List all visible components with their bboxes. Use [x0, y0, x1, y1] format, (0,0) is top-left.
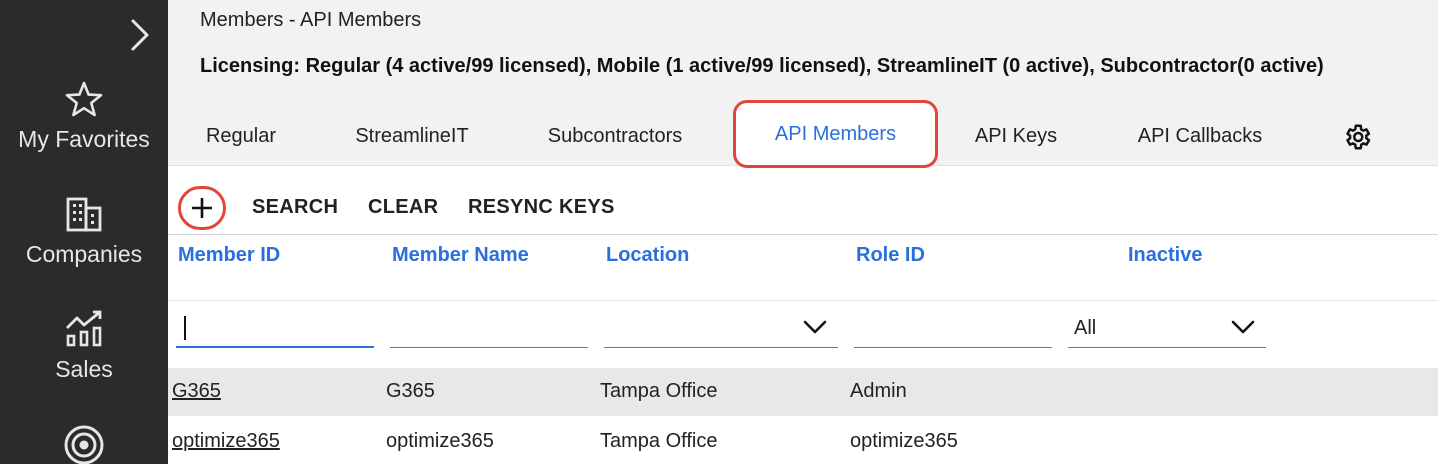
sidebar: My Favorites Companies Sales — [0, 0, 168, 464]
sidebar-item-label: Sales — [55, 356, 113, 382]
divider — [168, 234, 1438, 235]
toolbar: SEARCH CLEAR RESYNC KEYS — [168, 186, 1438, 232]
member-id-link[interactable]: G365 — [172, 380, 221, 403]
text-cursor — [184, 316, 186, 340]
gear-icon[interactable] — [1342, 122, 1372, 152]
location-cell: Tampa Office — [600, 380, 718, 402]
sales-chart-icon — [66, 310, 102, 347]
role-id-cell: optimize365 — [850, 430, 958, 452]
app-window: My Favorites Companies Sales Members - A… — [0, 0, 1438, 464]
member-id-link[interactable]: optimize365 — [172, 430, 280, 453]
sidebar-item-my-favorites[interactable]: My Favorites — [0, 80, 168, 153]
sidebar-item-sales[interactable]: Sales — [0, 310, 168, 383]
sidebar-item-companies[interactable]: Companies — [0, 195, 168, 268]
table-row[interactable]: optimize365 optimize365 Tampa Office opt… — [168, 418, 1438, 464]
star-icon — [65, 81, 103, 117]
plus-icon — [192, 198, 212, 218]
clear-button[interactable]: CLEAR — [368, 196, 438, 219]
member-id-filter-input[interactable] — [176, 312, 374, 348]
resync-keys-button[interactable]: RESYNC KEYS — [468, 196, 615, 219]
page-header: Members - API Members Licensing: Regular… — [168, 0, 1438, 168]
chevron-down-icon — [803, 320, 827, 334]
tab-api-callbacks[interactable]: API Callbacks — [1118, 112, 1282, 160]
chevron-down-icon — [1231, 320, 1255, 334]
role-id-filter-input[interactable] — [854, 312, 1052, 348]
sidebar-item-goals[interactable] — [0, 424, 168, 464]
tab-streamlineit[interactable]: StreamlineIT — [338, 112, 486, 160]
tab-api-members[interactable]: API Members — [733, 100, 938, 168]
tab-subcontractors[interactable]: Subcontractors — [532, 112, 698, 160]
column-header-member-id[interactable]: Member ID — [178, 244, 280, 267]
tab-regular[interactable]: Regular — [188, 112, 294, 160]
table-row[interactable]: G365 G365 Tampa Office Admin — [168, 368, 1438, 416]
chevron-right-icon[interactable] — [126, 18, 152, 52]
add-member-button[interactable] — [178, 186, 226, 230]
sidebar-item-label: My Favorites — [18, 126, 150, 152]
target-icon — [64, 425, 104, 464]
role-id-cell: Admin — [850, 380, 907, 402]
location-filter-select[interactable] — [604, 312, 838, 348]
column-header-inactive[interactable]: Inactive — [1128, 244, 1202, 267]
member-name-cell: G365 — [386, 380, 435, 402]
column-header-role-id[interactable]: Role ID — [856, 244, 925, 267]
licensing-summary: Licensing: Regular (4 active/99 licensed… — [200, 55, 1324, 77]
member-name-cell: optimize365 — [386, 430, 494, 452]
member-name-filter-input[interactable] — [390, 312, 588, 348]
tab-api-keys[interactable]: API Keys — [961, 112, 1071, 160]
page-title: Members - API Members — [200, 9, 422, 31]
building-icon — [66, 197, 102, 232]
column-header-location[interactable]: Location — [606, 244, 689, 267]
sidebar-item-label: Companies — [25, 241, 143, 267]
search-button[interactable]: SEARCH — [252, 196, 338, 219]
divider — [168, 300, 1438, 301]
location-cell: Tampa Office — [600, 430, 718, 452]
main-content: Members - API Members Licensing: Regular… — [168, 0, 1438, 464]
inactive-filter-value: All — [1074, 317, 1097, 339]
column-header-member-name[interactable]: Member Name — [392, 244, 529, 267]
inactive-filter-select[interactable]: All — [1068, 312, 1266, 348]
